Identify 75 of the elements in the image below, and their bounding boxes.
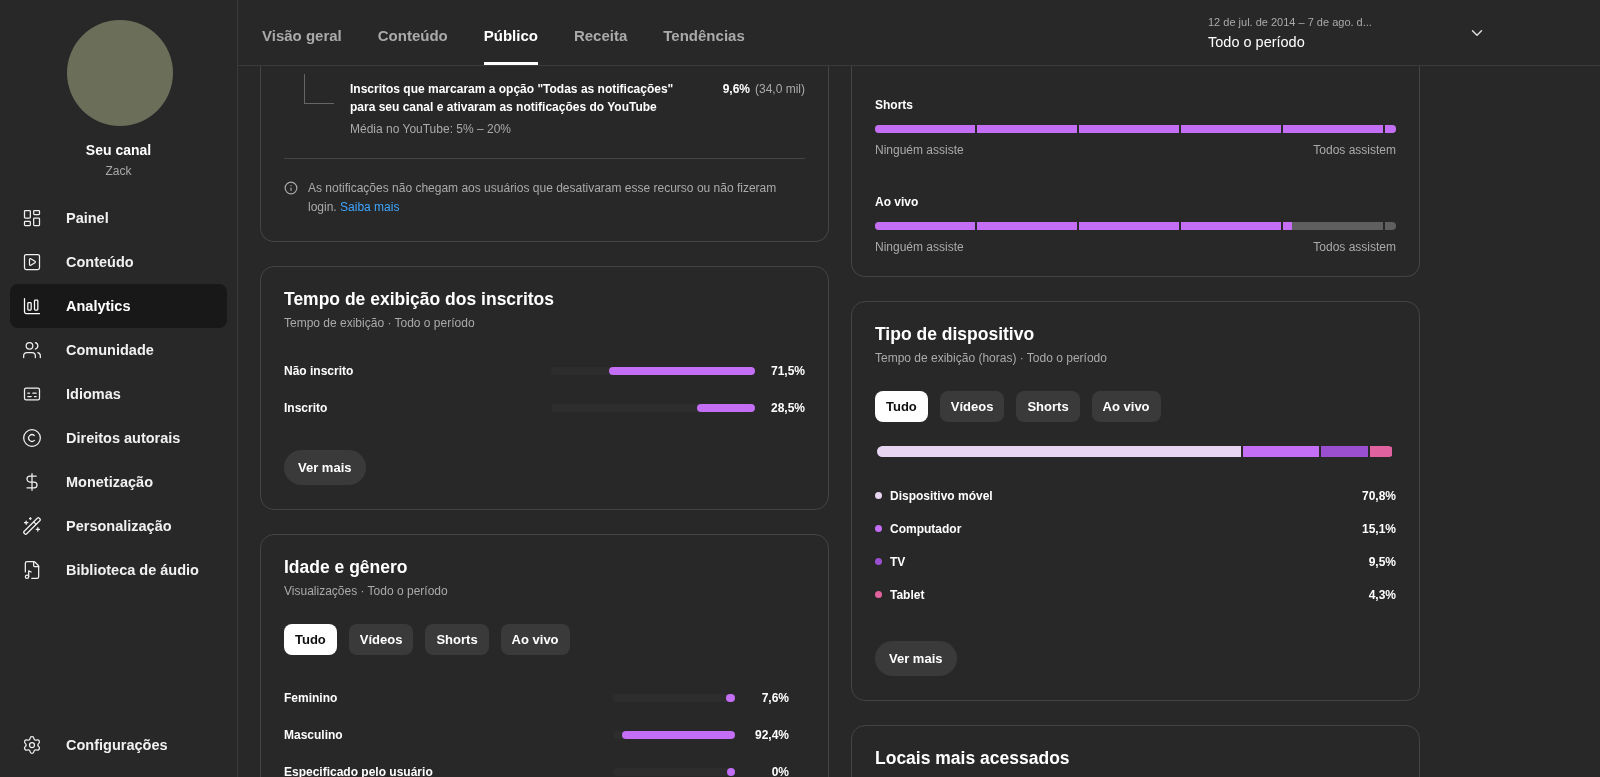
magic-wand-icon [22,516,42,536]
row-label: Feminino [284,690,339,705]
nav-item[interactable]: Monetização [10,460,227,504]
card-subtitle: Tempo de exibição (horas) · Todo o período [875,351,1108,365]
channel-name: Zack [104,164,133,178]
nav-item[interactable]: Analytics [10,284,227,328]
play-square-icon [22,252,42,272]
filter-chip[interactable]: Ao vivo [1091,391,1161,422]
filter-chip[interactable]: Vídeos [939,391,1005,422]
scale-min-label: Ninguém assiste [875,143,964,157]
row-value: 28,5% [769,400,805,415]
row-label: Masculino [284,727,344,742]
row-label: Ao vivo [875,195,920,209]
row-value: 7,6% [760,690,789,705]
legend-value: 4,3% [1368,587,1396,602]
row-value: 92,4% [753,727,789,742]
card-subtitle: Visualizações · Todo o período [284,584,449,598]
dashboard-icon [22,208,42,228]
nav-item[interactable]: Personalização [10,504,227,548]
legend-label: TV [890,554,907,569]
tab[interactable]: Tendências [663,27,745,65]
music-file-icon [22,560,42,580]
card-subtitle: Tempo de exibição · Todo o período [284,316,476,330]
legend-value: 9,5% [1368,554,1396,569]
nav-item[interactable]: Configurações [10,723,227,767]
nav-item[interactable]: Painel [10,196,227,240]
row-label: Shorts [875,98,914,112]
row-value: 71,5% [769,363,805,378]
see-more-button[interactable]: Ver mais [284,450,366,485]
row-label: Não inscrito [284,363,355,378]
nav-item[interactable]: Direitos autorais [10,416,227,460]
card-title: Locais mais acessados [875,748,1071,769]
card-title: Idade e gênero [284,557,409,578]
learn-more-link[interactable]: Saiba mais [340,200,400,214]
info-icon [284,181,298,195]
metric-count: (34,0 mil) [755,81,805,98]
row-label: Inscrito [284,400,329,415]
nav-item[interactable]: Comunidade [10,328,227,372]
bar-chart-icon [22,296,42,316]
legend-label: Dispositivo móvel [890,488,994,503]
scale-min-label: Ninguém assiste [875,240,964,254]
tab[interactable]: Público [483,27,538,65]
info-note: As notificações não chegam aos usuários que desativaram esse recurso ou não fizeram login. Saiba mais [308,180,778,216]
tab[interactable]: Receita [573,27,628,65]
period-label[interactable]: Todo o período [1208,33,1372,50]
nav-item[interactable]: Idiomas [10,372,227,416]
legend-label: Tablet [890,587,926,602]
tab[interactable]: Visão geral [262,27,342,65]
filter-chip[interactable]: Tudo [284,624,337,655]
tree-connector [304,74,334,104]
filter-chip[interactable]: Shorts [425,624,489,655]
filter-chip[interactable]: Shorts [1016,391,1080,422]
filter-chip[interactable]: Tudo [875,391,928,422]
people-icon [22,340,42,360]
metric-value: 9,6% [722,81,750,98]
legend-label: Computador [890,521,963,536]
see-more-button[interactable]: Ver mais [875,641,957,676]
metric-description: Inscritos que marcaram a opção "Todas as notificações" para seu canal e ativaram as notificações do YouTube [350,81,675,116]
card-title: Tipo de dispositivo [875,324,1036,345]
filter-chip[interactable]: Vídeos [348,624,414,655]
filter-chip[interactable]: Ao vivo [500,624,570,655]
tab[interactable]: Conteúdo [377,27,448,65]
row-value: 0% [770,764,789,777]
legend-value: 70,8% [1361,488,1396,503]
nav-item[interactable]: Biblioteca de áudio [10,548,227,592]
copyright-icon [22,428,42,448]
settings-icon [22,735,42,755]
scale-max-label: Todos assistem [1313,240,1396,254]
channel-title: Seu canal [84,142,153,158]
legend-value: 15,1% [1361,521,1396,536]
nav-item[interactable]: Conteúdo [10,240,227,284]
benchmark-text: Média no YouTube: 5% – 20% [350,122,512,136]
scale-max-label: Todos assistem [1313,143,1396,157]
date-range: 12 de jul. de 2014 – 7 de ago. d... [1208,15,1372,28]
card-title: Tempo de exibição dos inscritos [284,289,556,310]
